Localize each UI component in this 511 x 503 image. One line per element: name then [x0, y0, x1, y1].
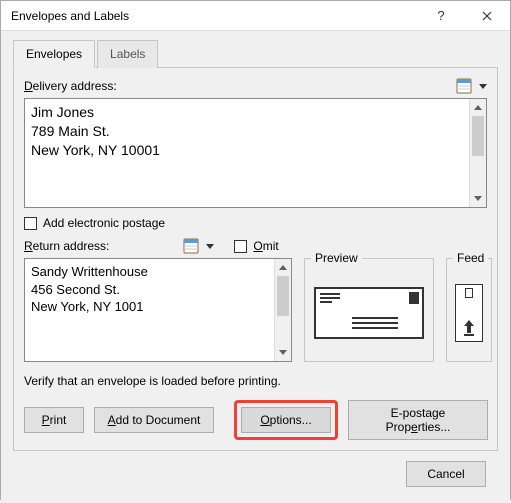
dialog-content: Envelopes Labels Delivery address: Jim J…	[1, 31, 510, 503]
envelopes-panel: Delivery address: Jim Jones 789 Main St.…	[13, 67, 498, 451]
return-address-field[interactable]: Sandy Writtenhouse 456 Second St. New Yo…	[24, 258, 292, 362]
address-book-icon	[456, 78, 474, 94]
return-address-text[interactable]: Sandy Writtenhouse 456 Second St. New Yo…	[25, 259, 274, 361]
feed-group[interactable]: Feed	[446, 258, 492, 362]
omit-checkbox[interactable]	[234, 240, 247, 253]
epostage-properties-button[interactable]: E-postage Properties...	[348, 400, 488, 440]
chevron-up-icon	[474, 105, 482, 110]
chevron-down-icon	[206, 244, 214, 249]
scroll-thumb[interactable]	[472, 116, 484, 156]
tab-labels[interactable]: Labels	[97, 40, 158, 68]
scroll-track[interactable]	[470, 116, 486, 190]
print-button[interactable]: Print	[24, 407, 84, 433]
window-title: Envelopes and Labels	[11, 9, 418, 23]
scroll-down-button[interactable]	[470, 190, 486, 207]
return-address-book-button[interactable]	[183, 238, 214, 254]
chevron-down-icon	[279, 350, 287, 355]
electronic-postage-checkbox[interactable]	[24, 217, 37, 230]
scroll-thumb[interactable]	[277, 276, 289, 316]
delivery-label-row: Delivery address:	[24, 78, 487, 94]
delivery-address-label: Delivery address:	[24, 79, 117, 93]
envelopes-labels-dialog: Envelopes and Labels ? Envelopes Labels …	[0, 0, 511, 500]
action-buttons: Print Add to Document Options... E-posta…	[24, 400, 487, 440]
feed-label: Feed	[453, 251, 488, 265]
scroll-up-button[interactable]	[470, 99, 486, 116]
options-button[interactable]: Options...	[241, 407, 331, 433]
help-button[interactable]: ?	[418, 1, 464, 31]
delivery-address-text[interactable]: Jim Jones 789 Main St. New York, NY 1000…	[25, 99, 469, 207]
delivery-address-field[interactable]: Jim Jones 789 Main St. New York, NY 1000…	[24, 98, 487, 208]
feed-orientation-icon	[455, 284, 483, 342]
delivery-scrollbar[interactable]	[469, 99, 486, 207]
title-bar: Envelopes and Labels ?	[1, 1, 510, 31]
close-button[interactable]	[464, 1, 510, 31]
close-icon	[482, 11, 492, 21]
address-book-button[interactable]	[456, 78, 487, 94]
scroll-up-button[interactable]	[275, 259, 291, 276]
cancel-button[interactable]: Cancel	[406, 461, 486, 487]
scroll-track[interactable]	[275, 276, 291, 344]
add-to-document-button[interactable]: Add to Document	[94, 407, 214, 433]
chevron-up-icon	[279, 265, 287, 270]
envelope-preview-icon	[314, 287, 424, 339]
preview-label: Preview	[311, 251, 362, 265]
return-scrollbar[interactable]	[274, 259, 291, 361]
electronic-postage-row: Add electronic postage	[24, 216, 487, 230]
return-label-row: Return address: Omit	[24, 238, 487, 254]
electronic-postage-label: Add electronic postage	[43, 216, 165, 230]
scroll-down-button[interactable]	[275, 344, 291, 361]
verify-text: Verify that an envelope is loaded before…	[24, 374, 487, 388]
omit-label: Omit	[253, 239, 278, 253]
return-address-label: Return address:	[24, 239, 109, 253]
dialog-footer: Cancel	[13, 451, 498, 491]
chevron-down-icon	[474, 196, 482, 201]
options-highlight: Options...	[234, 400, 338, 440]
chevron-down-icon	[479, 84, 487, 89]
mid-area: Sandy Writtenhouse 456 Second St. New Yo…	[24, 258, 487, 362]
address-book-icon	[183, 238, 201, 254]
preview-group[interactable]: Preview	[304, 258, 434, 362]
tab-envelopes[interactable]: Envelopes	[13, 40, 95, 68]
tab-strip: Envelopes Labels	[13, 39, 498, 67]
